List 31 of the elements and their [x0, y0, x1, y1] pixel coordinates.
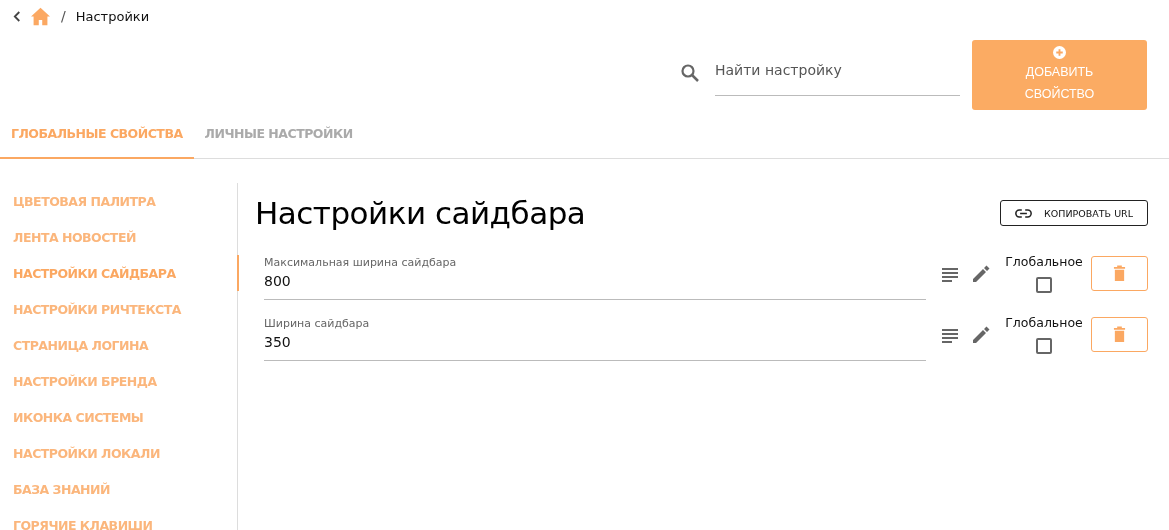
global-checkbox[interactable]	[1036, 277, 1052, 293]
property-field[interactable]: Максимальная ширина сайдбара 800	[264, 251, 926, 300]
property-field[interactable]: Ширина сайдбара 350	[264, 312, 926, 361]
breadcrumb-separator: /	[61, 8, 66, 24]
sidebar-item[interactable]: БАЗА ЗНАНИЙ	[0, 471, 239, 507]
tab[interactable]: ГЛОБАЛЬНЫЕ СВОЙСТВА	[0, 110, 194, 159]
sidebar-item[interactable]: ГОРЯЧИЕ КЛАВИШИ	[0, 507, 239, 530]
pencil-icon[interactable]	[971, 324, 991, 345]
copy-url-button[interactable]: КОПИРОВАТЬ URL	[1000, 200, 1148, 226]
back-icon[interactable]	[13, 9, 22, 23]
sidebar-item[interactable]: НАСТРОЙКИ САЙДБАРА	[0, 255, 239, 291]
search-icon	[680, 63, 700, 83]
link-icon	[1015, 208, 1033, 218]
pencil-icon[interactable]	[971, 263, 991, 284]
section-title: Настройки сайдбара	[255, 195, 586, 231]
global-label: Глобальное	[1005, 315, 1083, 330]
tab[interactable]: ЛИЧНЫЕ НАСТРОЙКИ	[193, 110, 364, 159]
global-label: Глобальное	[1005, 254, 1083, 269]
sidebar-item[interactable]: СТРАНИЦА ЛОГИНА	[0, 327, 239, 363]
sidebar-item[interactable]: НАСТРОЙКИ РИЧТЕКСТА	[0, 291, 239, 327]
sidebar-item[interactable]: НАСТРОЙКИ ЛОКАЛИ	[0, 435, 239, 471]
sidebar-item[interactable]: ИКОНКА СИСТЕМЫ	[0, 399, 239, 435]
sidebar-item[interactable]: НАСТРОЙКИ БРЕНДА	[0, 363, 239, 399]
trash-icon	[1113, 326, 1126, 343]
plus-circle-icon	[1053, 45, 1066, 59]
add-property-button[interactable]: ДОБАВИТЬ СВОЙСТВО	[972, 40, 1147, 110]
trash-icon	[1113, 265, 1126, 282]
breadcrumb-current: Настройки	[75, 8, 150, 24]
global-checkbox[interactable]	[1036, 338, 1052, 354]
sidebar-item[interactable]: ЦВЕТОВАЯ ПАЛИТРА	[0, 183, 239, 219]
sidebar-item[interactable]: ЛЕНТА НОВОСТЕЙ	[0, 219, 239, 255]
